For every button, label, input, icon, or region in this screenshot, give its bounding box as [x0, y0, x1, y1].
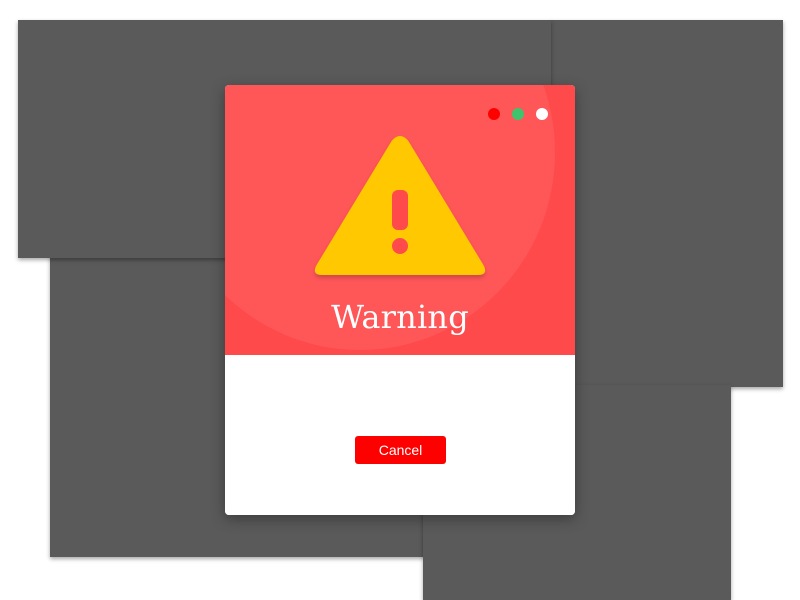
cancel-button[interactable]: Cancel [355, 436, 446, 464]
dialog-header: Warning [225, 85, 575, 355]
dialog-title: Warning [331, 298, 469, 336]
exclamation-dot [392, 238, 408, 254]
window-control-white[interactable] [536, 108, 548, 120]
dialog-body: Cancel [225, 355, 575, 515]
background-window [550, 20, 783, 387]
window-controls [488, 108, 548, 120]
window-control-red[interactable] [488, 108, 500, 120]
window-control-green[interactable] [512, 108, 524, 120]
exclamation-bar [392, 190, 408, 230]
warning-triangle-icon [310, 130, 490, 282]
warning-dialog: Warning Cancel [225, 85, 575, 515]
